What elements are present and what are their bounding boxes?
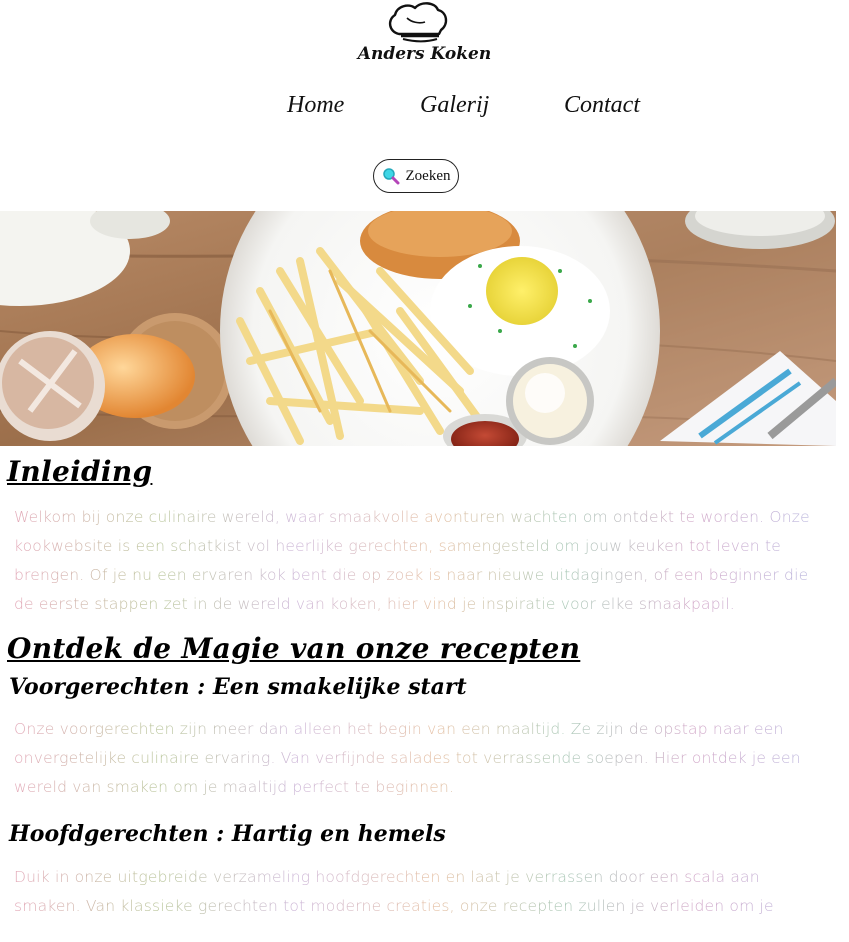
starters-text: Onze voorgerechten zijn meer dan alleen …: [14, 715, 824, 802]
nav-home-link[interactable]: Home: [287, 92, 344, 119]
hero-image: [0, 211, 836, 446]
search-label: Zoeken: [405, 167, 451, 184]
intro-text: Welkom bij onze culinaire wereld, waar s…: [14, 503, 824, 619]
nav-contact-link[interactable]: Contact: [564, 92, 640, 119]
search-button[interactable]: Zoeken: [373, 159, 459, 193]
recipes-heading: Ontdek de Magie van onze recepten: [7, 632, 581, 665]
magnifier-icon: [382, 168, 399, 185]
brand-name: Anders Koken: [357, 44, 492, 64]
site-header: Anders Koken: [0, 0, 849, 80]
mains-heading: Hoofdgerechten : Hartig en hemels: [9, 821, 446, 847]
nav-galerij-link[interactable]: Galerij: [420, 92, 489, 119]
main-nav: Home Galerij Contact: [0, 92, 849, 132]
chef-hat-icon[interactable]: [385, 0, 451, 44]
mains-text: Duik in onze uitgebreide verzameling hoo…: [14, 863, 824, 921]
starters-heading: Voorgerechten : Een smakelijke start: [9, 674, 467, 700]
intro-heading: Inleiding: [7, 455, 153, 488]
